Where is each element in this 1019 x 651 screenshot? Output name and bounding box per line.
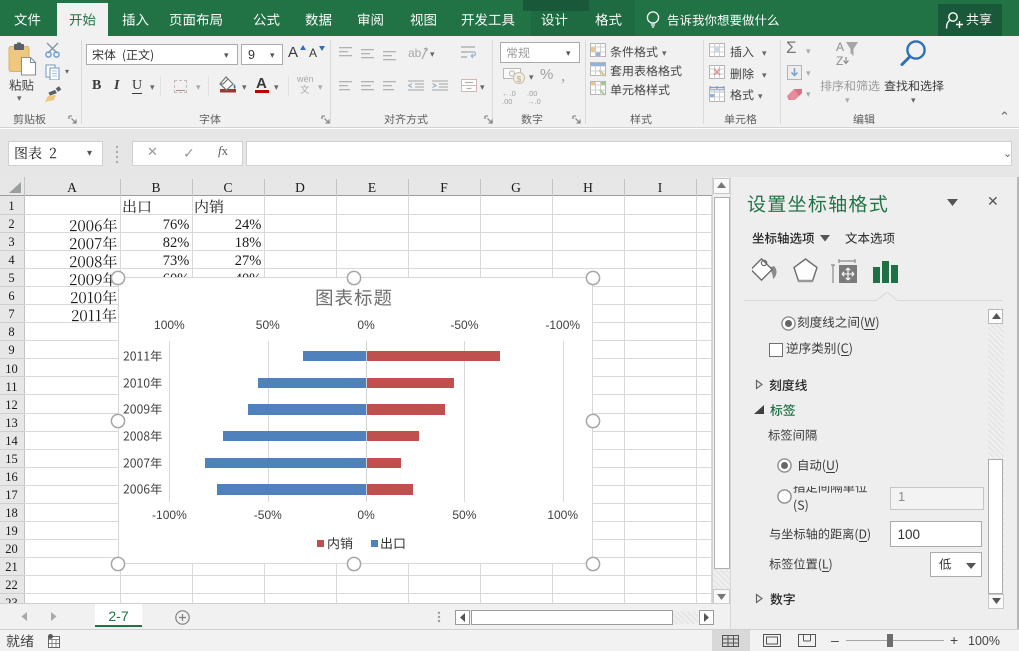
svg-text:A: A — [836, 40, 844, 54]
svg-text:ab: ab — [408, 46, 422, 60]
svg-text:$: $ — [517, 75, 522, 84]
svg-text:Z: Z — [836, 54, 843, 66]
